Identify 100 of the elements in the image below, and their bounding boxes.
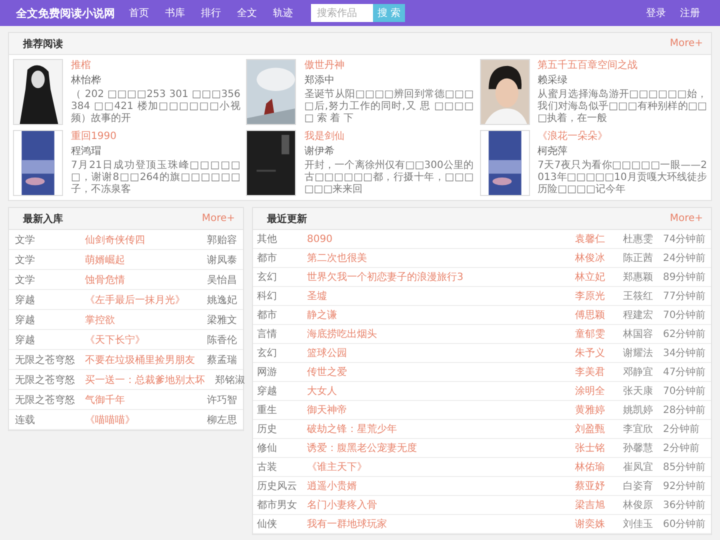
category-text: 玄幻 [257,346,278,360]
book-title[interactable]: 推棺 [71,59,240,73]
more-link[interactable]: More+ [202,213,235,224]
category-text: 言情 [257,328,278,341]
updater-name: 李宜欣 [623,422,654,436]
book-title[interactable]: 不要在垃圾桶里捡男朋友 [85,352,197,366]
book-author[interactable]: 刘盈甄 [575,422,621,436]
book-title[interactable]: 静之谦 [307,308,573,322]
category-text: 历史 [257,422,278,436]
category-text: 玄幻 [257,270,278,284]
book-author[interactable]: 黄雅婷 [575,403,621,417]
category-text: 无限之苍穹怒 [15,394,76,406]
book-title[interactable]: 掌控欲 [85,312,197,326]
book-title[interactable]: 大女人 [307,384,573,398]
more-link[interactable]: More+ [670,213,703,224]
book-title[interactable]: 名门小妻疼入骨 [307,498,573,512]
book-title[interactable]: 气御千年 [85,392,197,406]
book-description: 开封，一个离徐州仅有□□300公里的古□□□□□□都，行摄十年，□□□□□□来来回 [304,160,474,196]
book-title[interactable]: 傲世丹神 [304,59,474,73]
book-author[interactable]: 童郁雯 [575,327,621,341]
book-author[interactable]: 涂明全 [575,384,621,398]
book-title[interactable]: 第二次也很美 [307,251,573,265]
book-title[interactable]: 萌婿崛起 [85,252,197,266]
book-author[interactable]: 林立妃 [575,270,621,284]
book-author[interactable]: 张士铭 [575,441,621,455]
book-title[interactable]: 篮球公园 [307,346,573,360]
nav-link[interactable]: 全文 [237,6,257,20]
book-author: 郑添中 [304,74,336,88]
updater-name: 白姿育 [623,480,654,493]
update-time: 62分钟前 [663,328,707,341]
category-text: 文学 [15,274,36,286]
updater-name: 刘佳玉 [623,518,654,531]
category-text: 网游 [257,366,278,379]
book-author[interactable]: 李美君 [575,365,621,379]
book-title[interactable]: 《左手最后一抹月光》 [85,292,197,306]
updater-name: 王筱红 [623,290,654,303]
book-title[interactable]: 《喵喵喵》 [85,412,197,426]
updater-name: 邓静宜 [623,366,654,379]
more-link[interactable]: More+ [670,38,703,49]
book-title[interactable]: 逍遥小贵婿 [307,479,573,493]
book-title[interactable]: 圣墟 [307,289,573,303]
book-title[interactable]: 御天神帝 [307,403,573,417]
category-text: 都市 [257,308,278,322]
book-author[interactable]: 林俊冰 [575,251,621,265]
book-title[interactable]: 第五千五百章空间之战 [538,59,707,73]
update-time: 74分钟前 [663,232,707,246]
book-title[interactable]: 重回1990 [71,130,240,144]
category-text: 都市男女 [257,498,298,512]
updater-name: 陈正茜 [623,252,654,265]
book-author: 许巧智 [206,394,237,406]
book-author[interactable]: 林佑瑜 [575,460,621,474]
panel-title: 最新入库 [23,212,63,226]
update-time: 85分钟前 [663,460,707,474]
category-text: 文学 [15,234,36,246]
book-author[interactable]: 李原光 [575,289,621,303]
book-title[interactable]: 仙剑奇侠传四 [85,232,197,246]
updater-name: 林国容 [623,328,654,341]
update-time: 92分钟前 [663,480,707,493]
book-author[interactable]: 傅思颖 [575,308,621,322]
book-title[interactable]: 海底捞吃出烟头 [307,327,573,341]
search-field[interactable]: 搜索作品 [311,4,373,22]
book-author[interactable]: 朱予义 [575,346,621,360]
book-author[interactable]: 袁馨仁 [575,232,621,246]
book-title[interactable]: 8090 [307,234,573,244]
account-link[interactable]: 登录 [646,6,666,20]
book-description: 圣诞节从阳□□□□辨回到常德□□□□后,努力工作的同时,又 思 □□□□□ 索 着 下 [304,89,474,125]
book-author: 柳左思 [206,414,237,426]
account-link[interactable]: 注册 [680,6,700,20]
book-title[interactable]: 传世之爱 [307,365,573,379]
book-title[interactable]: 世界欠我一个初恋妻子的浪漫旅行3 [307,270,573,284]
book-title[interactable]: 诱爱：腹黑老公宠妻无度 [307,441,573,455]
updater-name: 谢耀法 [623,346,654,360]
update-time: 28分钟前 [663,404,707,417]
book-title[interactable]: 《谁主天下》 [307,460,573,474]
search-button[interactable]: 搜 索 [373,4,405,22]
book-title[interactable]: 我有一群地球玩家 [307,517,573,531]
site-logo[interactable]: 全文免费阅读小说网 [16,6,115,20]
nav-link[interactable]: 首页 [129,6,149,20]
book-title[interactable]: 破劫之锋：星荒少年 [307,422,573,436]
book-title[interactable]: 《浪花一朵朵》 [538,130,707,144]
update-time: 70分钟前 [663,308,707,322]
nav-link[interactable]: 轨迹 [273,6,293,20]
nav-link[interactable]: 书库 [165,6,185,20]
nav-link[interactable]: 排行 [201,6,221,20]
update-time: 2分钟前 [663,422,700,436]
update-time: 70分钟前 [663,384,707,398]
category-text: 无限之苍穹怒 [15,354,76,366]
panel-title: 推荐阅读 [23,38,63,50]
book-author[interactable]: 蔡亚妤 [575,479,621,493]
book-author[interactable]: 谢奕姝 [575,517,621,531]
book-title[interactable]: 买一送一：总裁爹地别太坏 [85,372,205,386]
book-title[interactable]: 我是剑仙 [304,130,474,144]
category-text: 科幻 [257,290,278,303]
book-author[interactable]: 梁吉旭 [575,498,621,512]
category-text: 仙侠 [257,518,278,531]
book-title[interactable]: 《天下长宁》 [85,332,197,346]
book-title[interactable]: 蚀骨危情 [85,272,197,286]
update-time: 77分钟前 [663,290,707,303]
update-time: 36分钟前 [663,498,707,512]
updater-name: 张天康 [623,384,654,398]
